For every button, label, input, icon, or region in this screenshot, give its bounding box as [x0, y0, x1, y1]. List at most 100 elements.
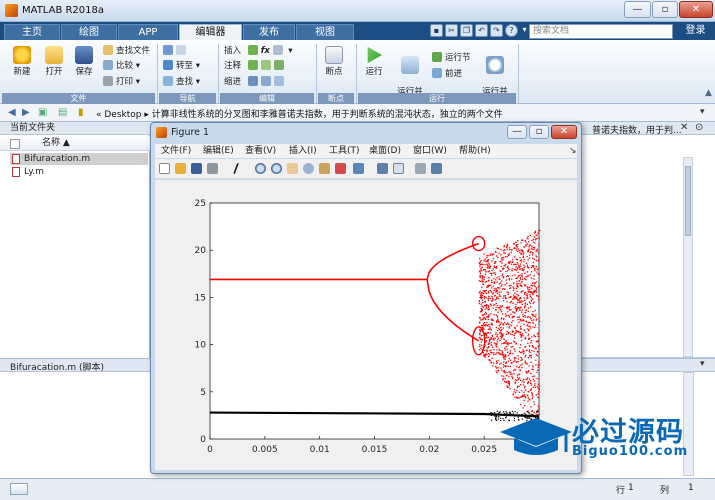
select-all-checkbox[interactable]: [10, 139, 20, 149]
new-button[interactable]: 新建: [8, 46, 36, 77]
data-cursor-icon[interactable]: [319, 163, 330, 174]
menu-tools[interactable]: 工具(T): [329, 144, 360, 158]
back-arrow-icon[interactable]: ◀: [8, 107, 16, 118]
tab-home[interactable]: 主页: [4, 24, 60, 40]
menu-view[interactable]: 查看(V): [245, 144, 276, 158]
series-0-chaos-point: [516, 390, 518, 392]
series-0-chaos-point: [499, 278, 501, 280]
menu-desktop[interactable]: 桌面(D): [369, 144, 401, 158]
series-0-chaos-point: [487, 299, 490, 302]
redo-icon[interactable]: ↷: [490, 24, 503, 37]
new-figure-icon[interactable]: [159, 163, 170, 174]
series-0-chaos-point: [479, 330, 482, 332]
dock-arrow-icon[interactable]: ↘: [569, 144, 577, 158]
menu-insert[interactable]: 插入(I): [289, 144, 317, 158]
menu-window[interactable]: 窗口(W): [413, 144, 447, 158]
print-figure-icon[interactable]: [207, 163, 218, 174]
panel-menu-icon[interactable]: ⊙: [695, 122, 703, 133]
name-column-header[interactable]: 名称 ▲: [0, 136, 150, 151]
compare-button[interactable]: 比较 ▾: [103, 60, 140, 72]
series-0-chaos-point: [513, 388, 516, 391]
series-0-chaos-point: [534, 386, 536, 388]
copy-icon[interactable]: ❐: [460, 24, 473, 37]
save-quick-icon[interactable]: ▪: [430, 24, 443, 37]
series-0-chaos-point: [479, 345, 481, 348]
undo-icon[interactable]: ↶: [475, 24, 488, 37]
series-0-chaos-point: [533, 284, 535, 286]
tab-apps[interactable]: APP: [118, 24, 178, 40]
series-0-chaos-point: [536, 256, 538, 258]
rotate-3d-icon[interactable]: [303, 163, 314, 174]
fx-icon[interactable]: fx: [261, 46, 270, 56]
hide-plot-tools-icon[interactable]: [415, 163, 426, 174]
tab-view[interactable]: 视图: [296, 24, 354, 40]
find-files-button[interactable]: 查找文件: [103, 45, 150, 57]
series-0-chaos-point: [486, 286, 488, 288]
comment-button[interactable]: 注释: [224, 60, 287, 72]
menu-edit[interactable]: 编辑(E): [203, 144, 234, 158]
series-0-chaos-point: [515, 379, 517, 381]
series-0-chaos-point: [517, 244, 519, 246]
goto-button[interactable]: 转至 ▾: [163, 60, 200, 72]
path-dropdown-icon[interactable]: ▾: [700, 107, 705, 117]
series-0-chaos-point: [518, 316, 520, 318]
browse-folder-icon[interactable]: ▤: [58, 107, 67, 118]
series-0-chaos-point: [523, 391, 525, 393]
search-input[interactable]: 搜索文档: [529, 24, 673, 39]
open-file-icon[interactable]: [175, 163, 186, 174]
save-figure-icon[interactable]: [191, 163, 202, 174]
series-0-chaos-point: [479, 317, 481, 319]
details-expand-icon[interactable]: ▾: [700, 359, 705, 369]
insert-legend-icon[interactable]: [393, 163, 404, 174]
brush-icon[interactable]: [335, 163, 346, 174]
zoom-in-icon[interactable]: [255, 163, 266, 174]
save-button[interactable]: 保存: [70, 46, 98, 77]
forward-arrow-icon[interactable]: ▶: [22, 107, 30, 118]
series-0-chaos-point: [516, 246, 518, 248]
menu-file[interactable]: 文件(F): [161, 144, 191, 158]
editor-scrollbar[interactable]: [683, 157, 693, 357]
open-button[interactable]: 打开: [40, 46, 68, 77]
up-folder-icon[interactable]: ▣: [38, 107, 47, 118]
breakpoints-button[interactable]: 断点: [320, 46, 348, 77]
login-button[interactable]: 登录: [678, 24, 713, 39]
minimize-button[interactable]: —: [624, 1, 651, 18]
close-panel-icon[interactable]: ✕: [680, 122, 688, 133]
close-button[interactable]: ✕: [679, 1, 713, 18]
figure-minimize-button[interactable]: —: [507, 125, 527, 139]
find-button[interactable]: 查找 ▾: [163, 76, 200, 88]
series-0-chaos-point: [536, 377, 538, 380]
zoom-out-icon[interactable]: [271, 163, 282, 174]
scrollbar-thumb[interactable]: [685, 166, 691, 236]
tab-publish[interactable]: 发布: [243, 24, 295, 40]
tab-editor[interactable]: 编辑器: [179, 24, 242, 40]
menu-help[interactable]: 帮助(H): [459, 144, 491, 158]
insert-button[interactable]: 插入 fx ▾: [224, 45, 293, 57]
series-0-chaos-point: [487, 259, 490, 261]
run-section-button[interactable]: 运行节: [432, 52, 471, 64]
figure-maximize-button[interactable]: ▫: [529, 125, 549, 139]
show-plot-tools-icon[interactable]: [431, 163, 442, 174]
back-forward-button[interactable]: [163, 45, 189, 57]
advance-button[interactable]: 前进: [432, 68, 462, 80]
tab-plots[interactable]: 绘图: [61, 24, 117, 40]
pointer-icon[interactable]: [232, 163, 249, 174]
status-icon[interactable]: [10, 483, 28, 495]
collapse-ribbon-icon[interactable]: ▲: [705, 88, 712, 98]
run-button[interactable]: 运行: [360, 46, 388, 77]
pan-hand-icon[interactable]: [287, 163, 298, 174]
link-plot-icon[interactable]: [353, 163, 364, 174]
cut-icon[interactable]: ✂: [445, 24, 458, 37]
series-0-chaos-point: [538, 344, 540, 346]
help-icon[interactable]: ?: [505, 24, 518, 37]
file-item-ly[interactable]: Ly.m: [10, 166, 148, 178]
series-0-chaos-point: [493, 313, 495, 316]
current-path[interactable]: « Desktop ▸ 计算非线性系统的分叉图和李雅普诺夫指数，用于判断系统的混…: [96, 107, 503, 120]
maximize-button[interactable]: ▫: [652, 1, 678, 18]
figure-close-button[interactable]: ✕: [551, 125, 577, 139]
insert-colorbar-icon[interactable]: [377, 163, 388, 174]
file-item-bifuracation[interactable]: Bifuracation.m: [10, 153, 148, 165]
indent-button[interactable]: 缩进: [224, 76, 287, 88]
print-button[interactable]: 打印 ▾: [103, 76, 140, 88]
editor-tab-text[interactable]: 普诺夫指数，用于判...: [592, 123, 682, 136]
